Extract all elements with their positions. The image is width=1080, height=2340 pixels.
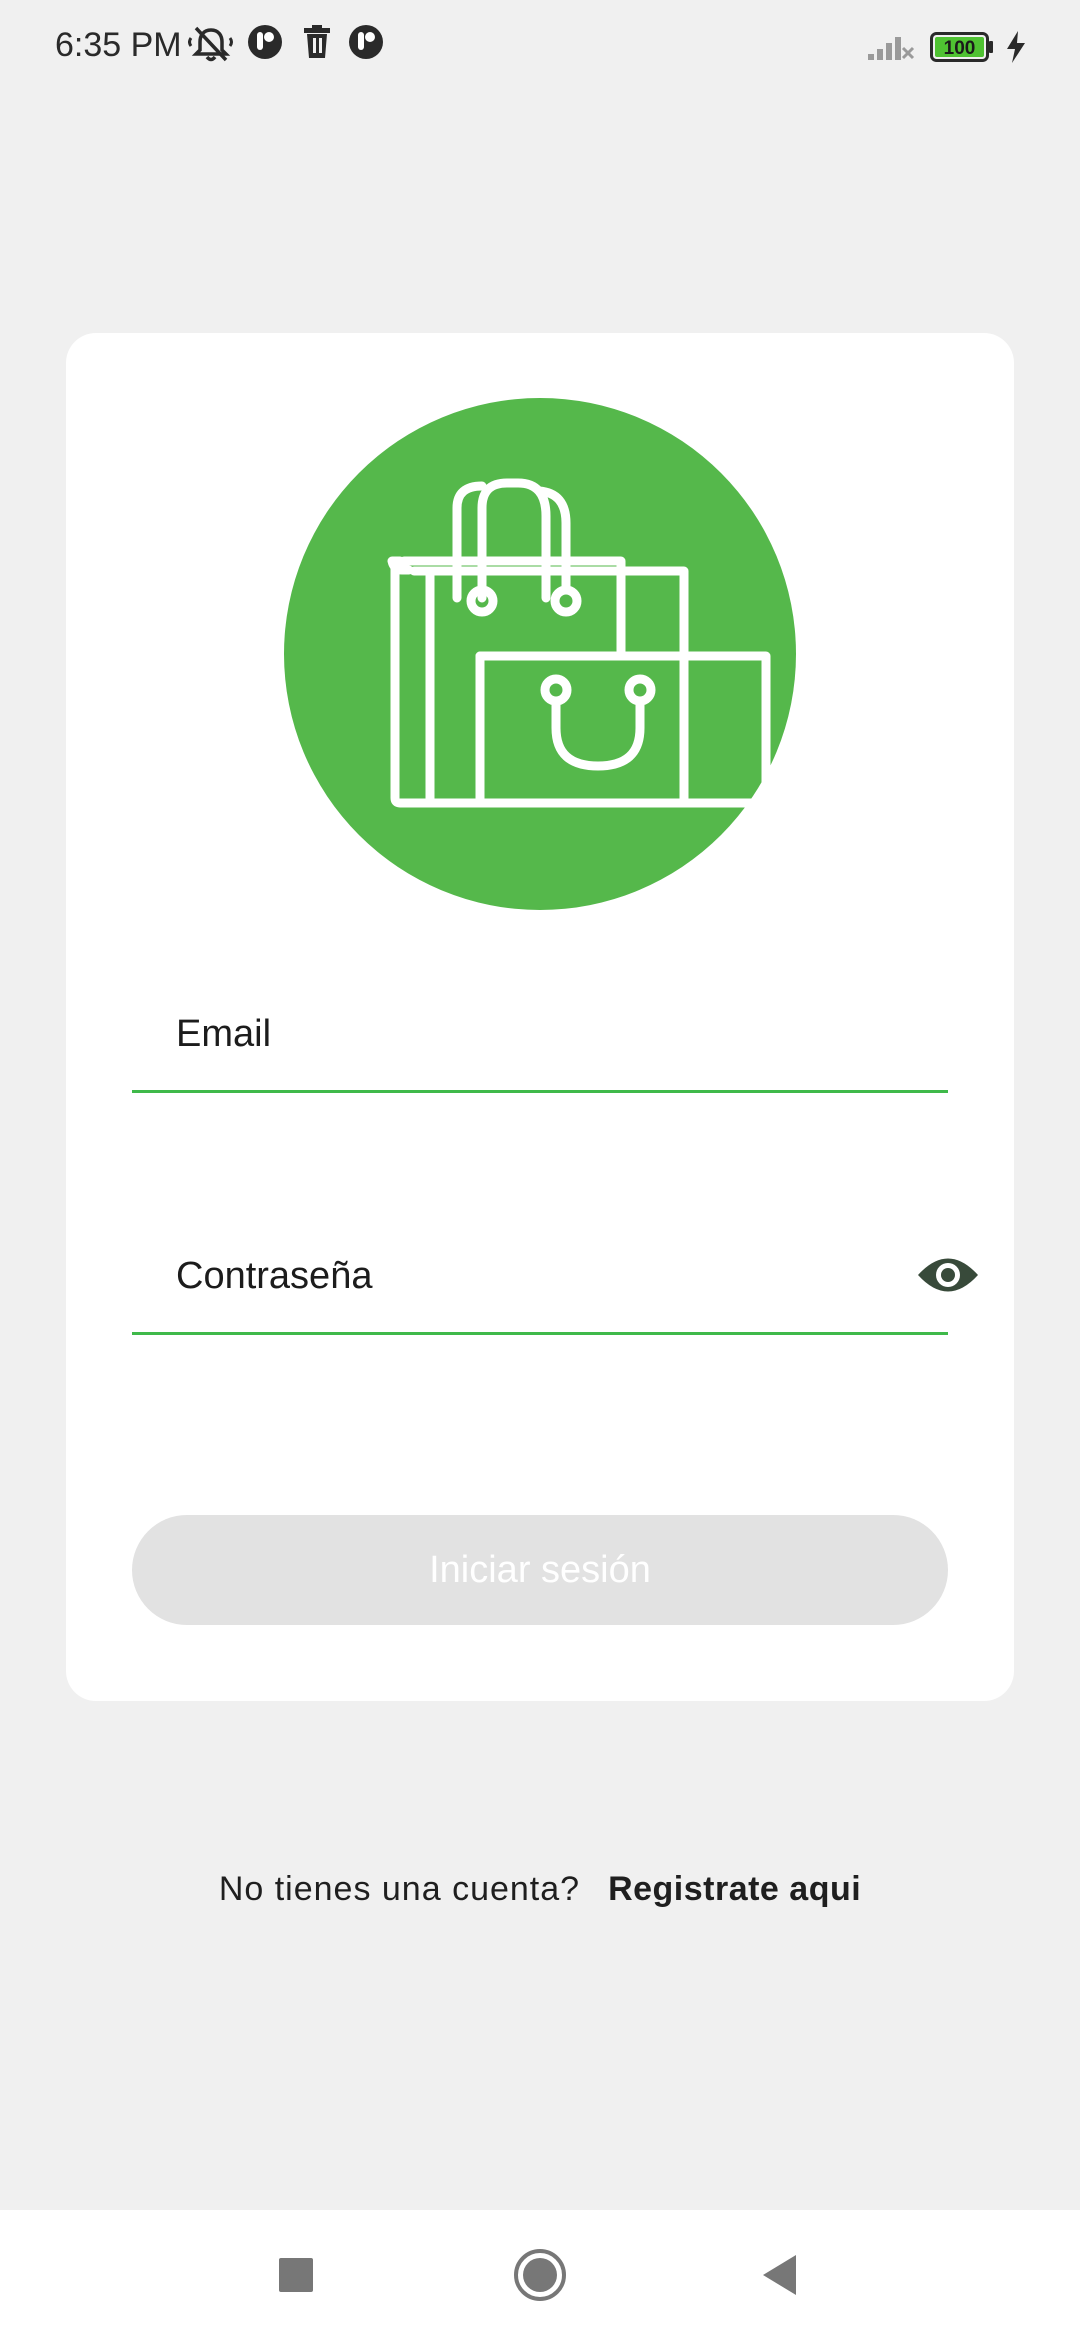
trash-icon bbox=[300, 24, 340, 64]
charging-icon bbox=[1004, 30, 1044, 70]
email-label: Email bbox=[176, 1013, 272, 1055]
signal-icon bbox=[866, 24, 915, 64]
app-notification-icon bbox=[348, 24, 388, 64]
status-bar: 6:35 PM 100 bbox=[0, 0, 1080, 96]
mute-icon bbox=[188, 24, 233, 64]
app-logo bbox=[284, 398, 796, 910]
back-icon[interactable] bbox=[750, 2245, 810, 2305]
battery-level: 100 bbox=[944, 38, 976, 59]
recents-icon[interactable] bbox=[266, 2245, 326, 2305]
signup-prompt: No tienes una cuenta? bbox=[218, 1870, 581, 1908]
password-field[interactable]: Contraseña bbox=[132, 1195, 978, 1335]
login-screen: 6:35 PM 100 Email Contraseña Iniciar ses… bbox=[0, 0, 1080, 2340]
email-underline bbox=[132, 1090, 948, 1093]
eye-icon[interactable] bbox=[916, 1250, 980, 1300]
password-label: Contraseña bbox=[176, 1255, 373, 1297]
status-time: 6:35 PM bbox=[55, 26, 182, 64]
app-notification-icon bbox=[247, 24, 287, 64]
shopping-bags-icon bbox=[387, 478, 771, 808]
home-icon[interactable] bbox=[510, 2245, 570, 2305]
signup-row: No tienes una cuenta? Registrate aqui bbox=[0, 1870, 1080, 1909]
email-field[interactable]: Email bbox=[132, 953, 948, 1093]
battery-icon: 100 bbox=[930, 32, 994, 62]
register-link[interactable]: Registrate aqui bbox=[608, 1870, 861, 1908]
password-underline bbox=[132, 1332, 948, 1335]
navigation-bar bbox=[0, 2210, 1080, 2340]
login-button[interactable]: Iniciar sesión bbox=[132, 1515, 948, 1625]
login-card: Email Contraseña Iniciar sesión bbox=[66, 333, 1014, 1701]
